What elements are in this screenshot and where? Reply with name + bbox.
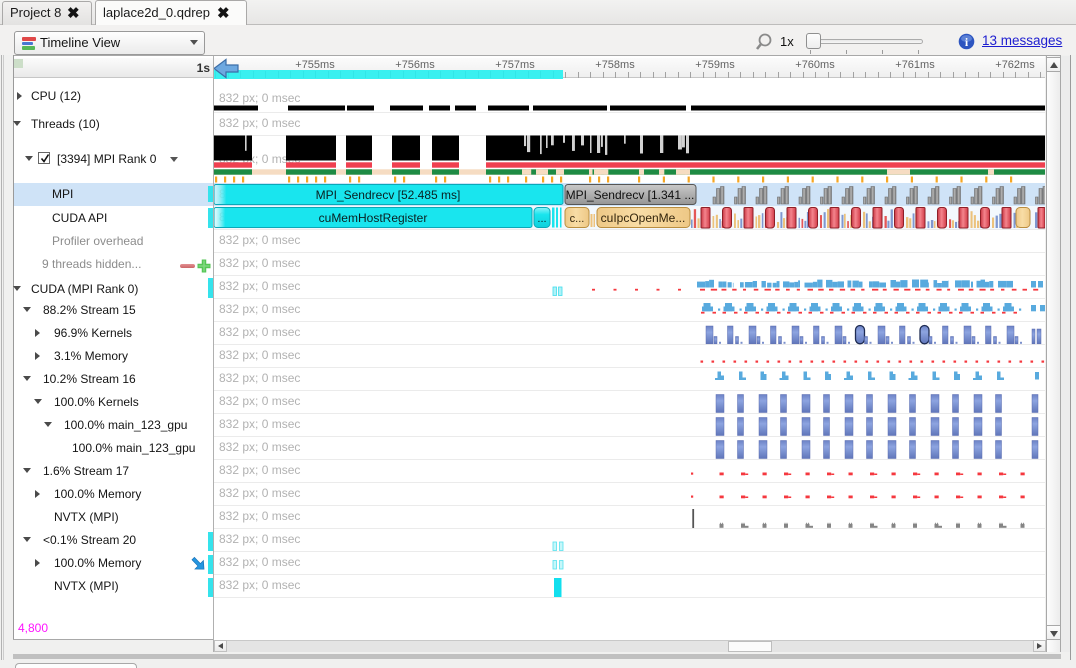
- svg-text:c...: c...: [570, 213, 585, 225]
- svg-text:cuMemHostRegister: cuMemHostRegister: [319, 211, 428, 225]
- svg-text:cuIpcOpenMe...: cuIpcOpenMe...: [601, 211, 686, 225]
- svg-text:MPI_Sendrecv [52.485 ms]: MPI_Sendrecv [52.485 ms]: [316, 188, 461, 202]
- svg-text:...: ...: [537, 213, 546, 225]
- svg-text:MPI_Sendrecv [1.341 ...: MPI_Sendrecv [1.341 ...: [566, 188, 695, 202]
